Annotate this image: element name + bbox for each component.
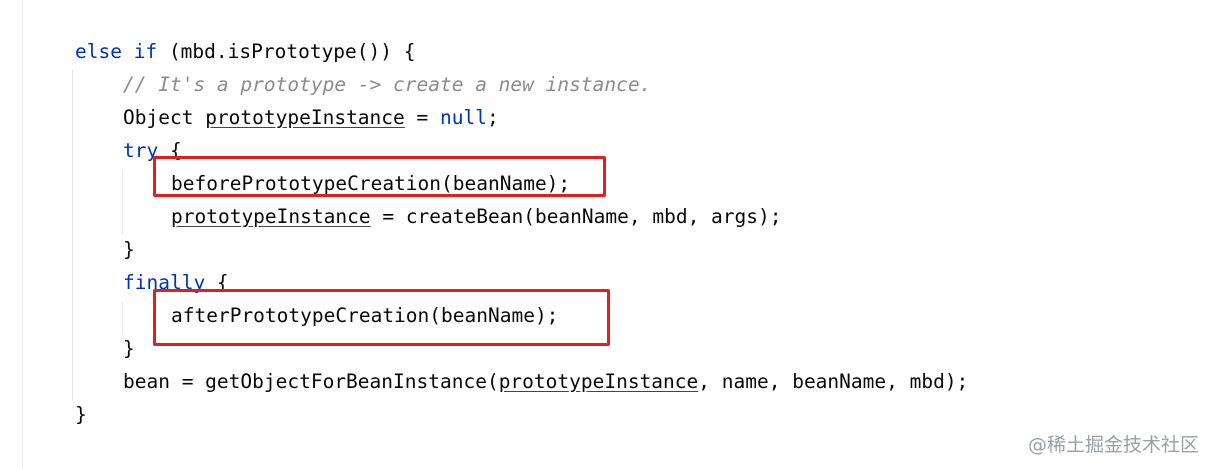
highlight-box-before-creation xyxy=(153,156,606,197)
code-variable: prototypeInstance xyxy=(171,205,371,228)
code-editor[interactable]: else if (mbd.isPrototype()) { // It's a … xyxy=(0,0,1213,469)
code-line-11[interactable]: bean = getObjectForBeanInstance(prototyp… xyxy=(123,365,968,398)
code-line-7[interactable]: } xyxy=(123,233,135,266)
indent-guide-outer xyxy=(72,70,73,400)
indent-guide-finally xyxy=(122,302,123,334)
code-variable: prototypeInstance xyxy=(498,370,699,393)
code-text: bean = getObjectForBeanInstance( xyxy=(123,370,499,393)
code-comment: // It's a prototype -> create a new inst… xyxy=(123,73,652,96)
code-text: = xyxy=(404,106,441,129)
highlight-box-after-creation xyxy=(153,289,610,346)
code-brace: } xyxy=(75,403,87,426)
code-line-3[interactable]: Object prototypeInstance = null; xyxy=(123,101,499,134)
keyword-null: null xyxy=(440,106,487,129)
keyword-if: if xyxy=(133,40,158,63)
keyword-else: else xyxy=(75,40,122,63)
code-line-2[interactable]: // It's a prototype -> create a new inst… xyxy=(123,68,651,101)
code-text: ; xyxy=(486,106,499,129)
indent-guide-try xyxy=(122,170,123,234)
code-text: , name, beanName, mbd); xyxy=(698,370,969,393)
code-text: = createBean(beanName, mbd, args); xyxy=(370,205,782,228)
watermark: @稀土掘金技术社区 xyxy=(1027,434,1199,456)
code-line-1[interactable]: else if (mbd.isPrototype()) { xyxy=(75,35,415,68)
code-brace: } xyxy=(123,337,135,360)
code-line-6[interactable]: prototypeInstance = createBean(beanName,… xyxy=(171,200,782,233)
code-line-10[interactable]: } xyxy=(123,332,135,365)
code-brace: } xyxy=(123,238,135,261)
code-type: Object xyxy=(123,106,206,129)
code-text: (mbd.isPrototype()) { xyxy=(157,40,416,63)
code-line-12[interactable]: } xyxy=(75,398,87,431)
code-variable: prototypeInstance xyxy=(205,106,405,129)
